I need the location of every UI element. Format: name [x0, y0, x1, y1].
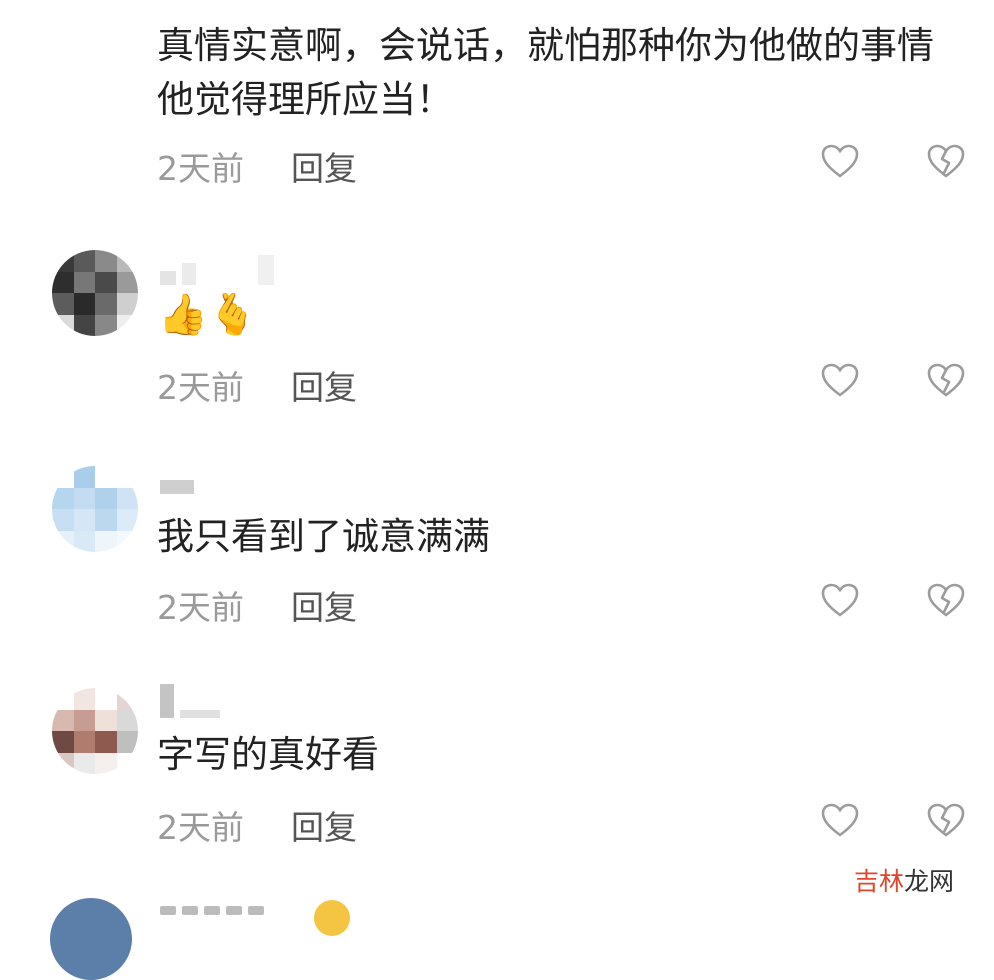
- comment-text: 真情实意啊，会说话，就怕那种你为他做的事情他觉得理所应当！: [157, 24, 934, 121]
- heart-outline-icon[interactable]: [820, 362, 860, 398]
- avatar[interactable]: [52, 466, 138, 552]
- comment-time: 2天前: [157, 368, 244, 407]
- username[interactable]: [160, 684, 220, 718]
- broken-heart-icon[interactable]: [926, 802, 966, 838]
- reply-button[interactable]: 回复: [291, 142, 357, 190]
- reply-button[interactable]: 回复: [291, 801, 357, 849]
- comment-emoji: 👍🫰: [158, 292, 258, 338]
- sun-emoji-icon: [314, 900, 350, 936]
- avatar[interactable]: [52, 250, 138, 336]
- broken-heart-icon[interactable]: [926, 143, 966, 179]
- username[interactable]: [160, 480, 194, 494]
- comment-text: 我只看到了诚意满满: [157, 515, 490, 558]
- broken-heart-icon[interactable]: [926, 362, 966, 398]
- username[interactable]: [160, 255, 274, 285]
- avatar[interactable]: [50, 898, 132, 980]
- avatar[interactable]: [52, 688, 138, 774]
- broken-heart-icon[interactable]: [926, 582, 966, 618]
- username[interactable]: [160, 906, 264, 915]
- comment-text: 字写的真好看: [157, 733, 379, 776]
- comment-time: 2天前: [157, 808, 244, 847]
- heart-outline-icon[interactable]: [820, 143, 860, 179]
- watermark: 吉林龙网: [854, 862, 954, 898]
- comment-time: 2天前: [157, 149, 244, 188]
- reply-button[interactable]: 回复: [291, 581, 357, 629]
- heart-outline-icon[interactable]: [820, 582, 860, 618]
- reply-button[interactable]: 回复: [291, 361, 357, 409]
- watermark-part2: 龙网: [903, 867, 954, 896]
- heart-outline-icon[interactable]: [820, 802, 860, 838]
- comment-time: 2天前: [157, 588, 244, 627]
- watermark-part1: 吉林: [853, 867, 904, 896]
